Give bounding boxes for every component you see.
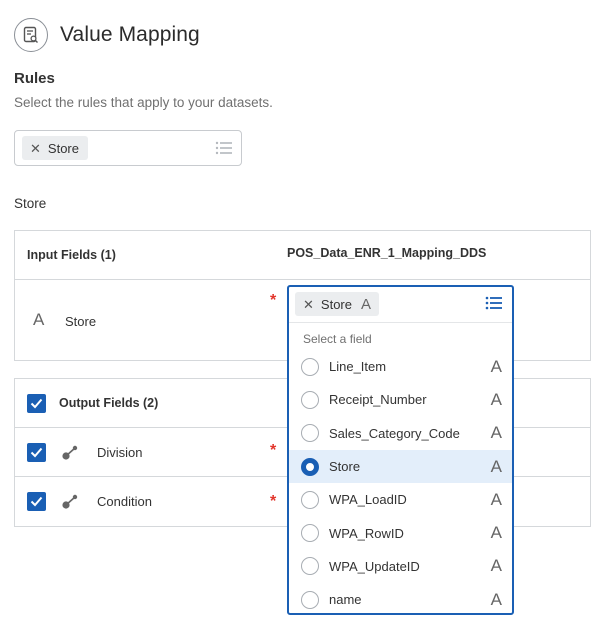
- output-field-label: Division: [97, 445, 143, 460]
- condition-checkbox[interactable]: [27, 492, 46, 511]
- selected-field-label: Store: [320, 296, 352, 312]
- field-option[interactable]: Receipt_Number A: [289, 383, 512, 416]
- dropdown-hint: Select a field: [303, 332, 372, 346]
- field-option-label: Receipt_Number: [329, 392, 427, 408]
- radio-button[interactable]: [301, 357, 319, 376]
- field-option-label: WPA_UpdateID: [329, 558, 420, 574]
- radio-button[interactable]: [301, 590, 319, 609]
- field-option[interactable]: Store A: [289, 449, 512, 484]
- input-fields-label: Input Fields (1): [27, 248, 116, 262]
- required-marker: *: [270, 493, 277, 510]
- remove-chip-icon[interactable]: ✕: [30, 142, 41, 155]
- field-option[interactable]: WPA_LoadID A: [289, 483, 512, 516]
- text-type-icon: A: [33, 310, 45, 329]
- rule-chip-store: ✕ Store: [22, 136, 88, 160]
- text-type-icon: A: [490, 589, 502, 609]
- document-search-icon: [14, 18, 48, 52]
- input-fields-header: Input Fields (1) POS_Data_ENR_1_Mapping_…: [15, 231, 590, 280]
- text-type-icon: A: [490, 356, 502, 376]
- input-field-label: Store: [65, 314, 97, 329]
- connection-node-icon: [61, 443, 81, 466]
- page-title: Value Mapping: [60, 23, 200, 46]
- text-type-icon: A: [490, 556, 502, 576]
- field-options-list: Line_Item A Receipt_Number A Sales_Category_…: [289, 350, 512, 616]
- field-option[interactable]: WPA_UpdateID A: [289, 550, 512, 583]
- field-option[interactable]: Sales_Category_Code A: [289, 417, 512, 450]
- field-option-label: WPA_RowID: [329, 525, 404, 541]
- radio-button[interactable]: [301, 557, 319, 576]
- radio-selected[interactable]: [301, 457, 319, 476]
- selected-field-chip: ✕ Store A: [295, 292, 379, 316]
- text-type-icon: A: [490, 523, 502, 543]
- radio-button[interactable]: [301, 390, 319, 409]
- text-type-icon: A: [490, 489, 502, 509]
- text-type-icon: A: [490, 389, 502, 409]
- field-option[interactable]: WPA_RowID A: [289, 516, 512, 549]
- list-icon[interactable]: [485, 296, 503, 315]
- field-option-label: Line_Item: [329, 359, 387, 375]
- field-select-dropdown[interactable]: ✕ Store A Select a field Line_Item A Recei…: [287, 285, 514, 615]
- field-option-label: Sales_Category_Code: [329, 425, 460, 441]
- radio-button[interactable]: [301, 424, 319, 443]
- output-fields-checkbox[interactable]: [27, 394, 46, 413]
- field-option[interactable]: Line_Item A: [289, 350, 512, 383]
- text-type-icon: A: [360, 295, 371, 313]
- rules-multiselect[interactable]: ✕ Store: [14, 130, 242, 166]
- divider: [289, 322, 512, 323]
- field-option-label: WPA_LoadID: [329, 492, 407, 508]
- division-checkbox[interactable]: [27, 443, 46, 462]
- dataset-name: POS_Data_ENR_1_Mapping_DDS: [287, 246, 487, 260]
- field-option[interactable]: name A: [289, 583, 512, 616]
- connection-node-icon: [61, 492, 81, 515]
- field-option-label: Store: [329, 459, 361, 475]
- text-type-icon: A: [490, 423, 502, 443]
- rule-chip-label: Store: [47, 140, 79, 156]
- rules-description: Select the rules that apply to your data…: [14, 95, 273, 110]
- text-type-icon: A: [490, 456, 502, 476]
- required-marker: *: [270, 442, 277, 459]
- rules-heading: Rules: [14, 70, 55, 87]
- radio-button[interactable]: [301, 524, 319, 543]
- section-label: Store: [14, 196, 47, 211]
- radio-button[interactable]: [301, 490, 319, 509]
- required-marker: *: [270, 292, 277, 309]
- page-header: Value Mapping: [14, 18, 200, 52]
- field-option-label: name: [329, 592, 362, 608]
- remove-chip-icon[interactable]: ✕: [303, 298, 314, 311]
- list-icon[interactable]: [215, 141, 233, 160]
- output-field-label: Condition: [97, 494, 152, 509]
- output-fields-label: Output Fields (2): [59, 396, 159, 410]
